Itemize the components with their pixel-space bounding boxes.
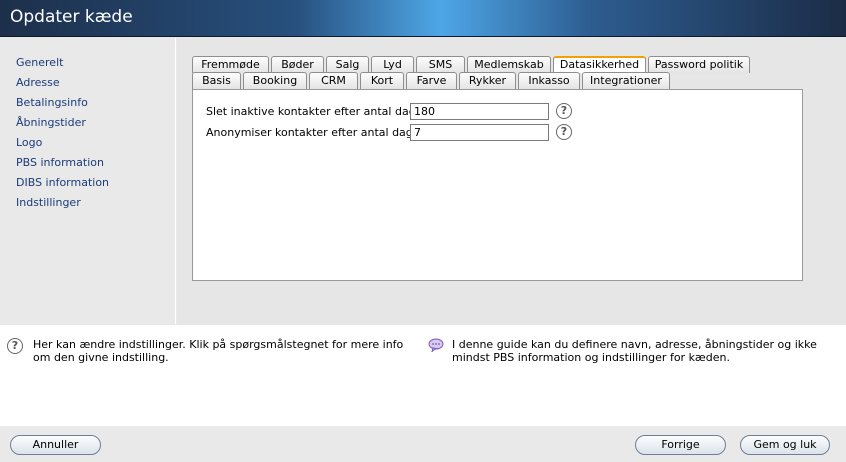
speech-bubble-icon (428, 338, 444, 352)
tab-sms[interactable]: SMS (416, 56, 465, 73)
sidebar-item-adresse[interactable]: Adresse (16, 76, 109, 96)
tab-fremmoede[interactable]: Fremmøde (192, 56, 269, 73)
sidebar-item-aabningstider[interactable]: Åbningstider (16, 116, 109, 136)
cancel-button[interactable]: Annuller (10, 435, 101, 455)
tab-farve[interactable]: Farve (406, 72, 457, 89)
sidebar-item-logo[interactable]: Logo (16, 136, 109, 156)
tab-lyd[interactable]: Lyd (371, 56, 414, 73)
help-icon[interactable]: ? (556, 103, 572, 119)
tab-booking[interactable]: Booking (243, 72, 307, 89)
tab-password-politik[interactable]: Password politik (648, 56, 750, 73)
sidebar-item-generelt[interactable]: Generelt (16, 56, 109, 76)
main-content: Fremmøde Bøder Salg Lyd SMS Medlemskab D… (177, 38, 846, 324)
tab-datasikkerhed[interactable]: Datasikkerhed (553, 56, 646, 73)
info-bar: ? Her kan ændre indstillinger. Klik på s… (0, 325, 846, 426)
sidebar-item-betalingsinfo[interactable]: Betalingsinfo (16, 96, 109, 116)
sidebar-item-dibs-information[interactable]: DIBS information (16, 176, 109, 196)
tab-basis[interactable]: Basis (192, 72, 241, 89)
sidebar-menu: Generelt Adresse Betalingsinfo Åbningsti… (16, 56, 109, 216)
sidebar-item-pbs-information[interactable]: PBS information (16, 156, 109, 176)
title-bar: Opdater kæde (0, 0, 846, 37)
help-info-text: Her kan ændre indstillinger. Klik på spø… (33, 338, 404, 364)
tab-crm[interactable]: CRM (309, 72, 358, 89)
tab-inkasso[interactable]: Inkasso (518, 72, 580, 89)
tab-integrationer[interactable]: Integrationer (582, 72, 670, 89)
sidebar: Generelt Adresse Betalingsinfo Åbningsti… (0, 38, 176, 324)
save-and-close-button[interactable]: Gem og luk (740, 435, 830, 455)
window-title: Opdater kæde (10, 7, 133, 27)
tab-panel-datasikkerhed: Slet inaktive kontakter efter antal dage… (192, 89, 803, 281)
delete-inactive-days-input[interactable] (410, 103, 549, 120)
tab-kort[interactable]: Kort (360, 72, 404, 89)
tab-rykker[interactable]: Rykker (459, 72, 516, 89)
delete-inactive-label: Slet inaktive kontakter efter antal dage… (206, 105, 427, 118)
help-icon[interactable]: ? (556, 124, 572, 140)
guide-info-text: I denne guide kan du definere navn, adre… (452, 338, 817, 364)
sidebar-item-indstillinger[interactable]: Indstillinger (16, 196, 109, 216)
previous-button[interactable]: Forrige (635, 435, 726, 455)
anonymize-label: Anonymiser kontakter efter antal dage: (206, 126, 424, 139)
footer: Annuller Forrige Gem og luk (0, 426, 846, 462)
anonymize-days-input[interactable] (410, 124, 549, 141)
question-circle-icon: ? (7, 338, 23, 354)
tab-medlemskab[interactable]: Medlemskab (467, 56, 551, 73)
tab-boeder[interactable]: Bøder (271, 56, 324, 73)
tab-salg[interactable]: Salg (326, 56, 369, 73)
